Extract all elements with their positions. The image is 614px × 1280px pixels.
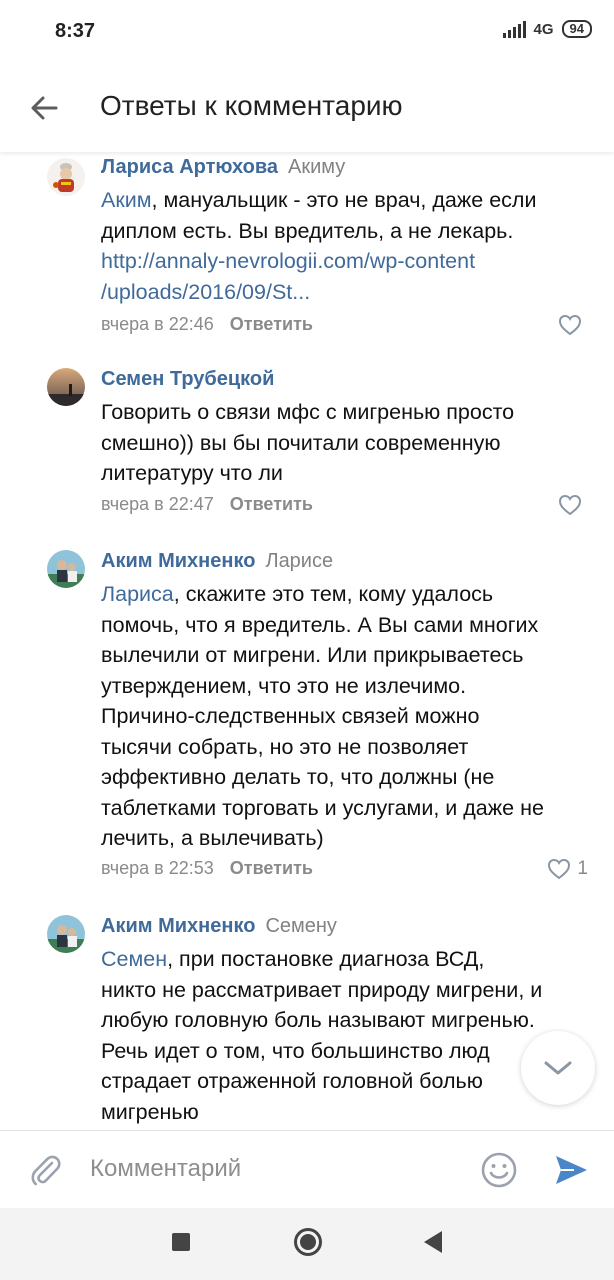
comment-header: Аким Михненко Ларисе	[101, 550, 333, 573]
mention-link[interactable]: Аким	[101, 188, 152, 212]
reply-button[interactable]: Ответить	[230, 858, 313, 878]
url-link[interactable]: /uploads/2016/09/St...	[101, 277, 596, 308]
system-back-button[interactable]	[424, 1231, 442, 1253]
comment-header: Лариса Артюхова Акиму	[101, 156, 345, 179]
avatar[interactable]	[47, 158, 85, 196]
send-icon	[556, 1156, 587, 1184]
attach-button[interactable]	[26, 1151, 64, 1194]
comment-time: вчера в 22:53	[101, 858, 214, 878]
battery-icon: 94	[561, 20, 592, 38]
comment-text: Аким, мануальщик - это не врач, даже есл…	[101, 185, 596, 307]
comment-meta: вчера в 22:47 Ответить	[101, 494, 313, 515]
send-button[interactable]	[552, 1151, 590, 1194]
signal-icon	[502, 20, 526, 38]
comment-text-line: вылечили от мигрени. Или прикрываетесь	[101, 643, 524, 667]
comment-text-line: тысячи собрать, но это не позволяет	[101, 734, 469, 759]
comment-text-line: никто не рассматривает природу мигрени, …	[101, 977, 543, 1002]
like-count: 1	[577, 858, 588, 879]
comment-reply-to: Ларисе	[265, 550, 334, 572]
mention-link[interactable]: Лариса	[101, 582, 174, 606]
comment-text-line: лечить, а вылечивать)	[101, 826, 324, 850]
comment-header: Аким Михненко Семену	[101, 915, 337, 938]
comment-time: вчера в 22:46	[101, 314, 214, 334]
heart-icon	[548, 858, 571, 880]
status-bar: 8:37 4G 94	[0, 0, 614, 64]
comment-author[interactable]: Лариса Артюхова	[101, 156, 278, 178]
page-title: Ответы к комментарию	[100, 90, 403, 121]
comment-text-line: диплом есть. Вы вредитель, а не лекарь.	[101, 218, 514, 243]
like-button[interactable]	[558, 314, 588, 336]
chevron-down-icon	[544, 1061, 572, 1075]
comment-input[interactable]	[90, 1149, 460, 1189]
avatar[interactable]	[47, 550, 85, 588]
comment-meta: вчера в 22:46 Ответить	[101, 314, 313, 335]
comment-author[interactable]: Семен Трубецкой	[101, 368, 274, 390]
status-time: 8:37	[55, 20, 96, 42]
comment-text-line: Аким, мануальщик - это не врач, даже есл…	[101, 188, 537, 212]
comment-text-line: Говорить о связи мфс с мигренью просто	[101, 400, 515, 424]
mention-link[interactable]: Семен	[101, 947, 167, 971]
arrow-left-icon	[31, 96, 58, 120]
comment-author[interactable]: Аким Михненко	[101, 915, 255, 937]
comment-time: вчера в 22:47	[101, 494, 214, 514]
comment-reply-to: Акиму	[287, 156, 346, 178]
comment-text-line: Причино-следственных связей можно	[101, 704, 480, 728]
comment-text-line: литературу что ли	[101, 461, 283, 485]
comment-reply-to: Семену	[265, 915, 337, 937]
comment-text-line: таблетками торговать и услугами, и даже …	[101, 795, 544, 820]
reply-button[interactable]: Ответить	[230, 314, 313, 334]
comment-text-line: Семен, при постановке диагноза ВСД,	[101, 947, 485, 971]
comment-text-line: помочь, что я вредитель. А Вы сами многи…	[101, 612, 539, 637]
system-nav-bar	[0, 1208, 614, 1280]
heart-icon	[558, 494, 582, 516]
comment-text-line: утверждением, что это не излечимо.	[101, 673, 467, 698]
like-button[interactable]: 1	[547, 858, 588, 880]
comment-text: Лариса, скажите это тем, кому удалось по…	[101, 579, 596, 854]
recent-apps-button[interactable]	[172, 1233, 190, 1251]
reply-button[interactable]: Ответить	[230, 494, 313, 514]
comment-composer	[0, 1130, 614, 1208]
status-icons: 4G 94	[502, 20, 592, 38]
comment-header: Семен Трубецкой	[101, 368, 274, 391]
avatar[interactable]	[47, 915, 85, 953]
comment-text-line: Лариса, скажите это тем, кому удалось	[101, 582, 494, 606]
avatar[interactable]	[47, 368, 85, 406]
back-button[interactable]	[26, 90, 62, 126]
comment-meta: вчера в 22:53 Ответить	[101, 858, 313, 879]
app-header: Ответы к комментарию	[0, 64, 614, 152]
comment-author[interactable]: Аким Михненко	[101, 550, 255, 572]
like-button[interactable]	[558, 494, 588, 516]
comment-text: Семен, при постановке диагноза ВСД, никт…	[101, 944, 596, 1127]
network-type: 4G	[533, 20, 554, 38]
comments-feed[interactable]: Лариса Артюхова Акиму Аким, мануальщик - …	[0, 152, 614, 1130]
heart-icon	[558, 314, 582, 336]
emoji-button[interactable]	[480, 1151, 518, 1194]
smile-icon	[481, 1152, 517, 1188]
comment-text-line: эффективно делать то, что должны (не	[101, 765, 495, 789]
paperclip-icon	[31, 1155, 61, 1186]
comment-text-line: любую головную боль называют мигренью.	[101, 1008, 535, 1032]
home-button[interactable]	[294, 1228, 322, 1256]
scroll-down-button[interactable]	[521, 1031, 595, 1105]
comment-text-line: смешно)) вы бы почитали современную	[101, 430, 501, 455]
comment-text-line: мигренью	[101, 1099, 199, 1124]
comment-text: Говорить о связи мфс с мигренью просто с…	[101, 397, 596, 489]
url-link[interactable]: http://annaly-nevrologii.com/wp-content	[101, 246, 596, 277]
